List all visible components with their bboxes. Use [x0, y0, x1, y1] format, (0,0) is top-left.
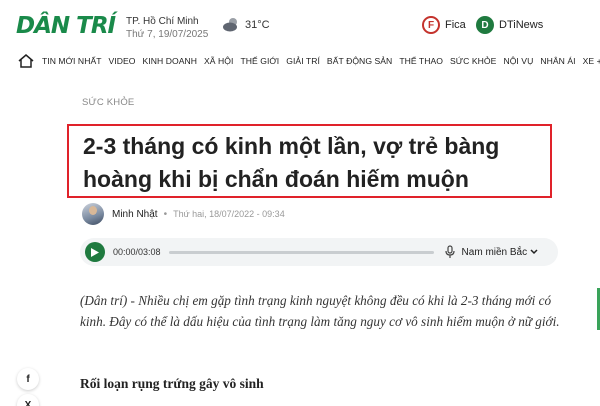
voice-select[interactable]: Nam miền Bắc — [462, 247, 539, 258]
site-header: DÂN TRÍ TP. Hồ Chí Minh Thứ 7, 19/07/202… — [0, 0, 600, 50]
x-icon: X — [24, 399, 32, 406]
dtinews-link[interactable]: D DTiNews — [476, 16, 543, 34]
author-line: Minh Nhật • Thứ hai, 18/07/2022 - 09:34 — [82, 203, 285, 225]
date-label: Thứ 7, 19/07/2025 — [126, 29, 209, 40]
site-logo[interactable]: DÂN TRÍ — [16, 13, 116, 41]
audio-progress-bar[interactable] — [168, 250, 434, 254]
microphone-icon — [444, 245, 456, 259]
facebook-icon: f — [26, 373, 30, 385]
nav-item-home-affairs[interactable]: NỘI VỤ — [503, 56, 533, 66]
audio-time: 00:00/03:08 — [113, 247, 161, 257]
nav-item-society[interactable]: XÃ HỘI — [204, 56, 233, 66]
nav-item-latest[interactable]: TIN MỚI NHẤT — [42, 56, 102, 66]
nav-item-charity[interactable]: NHÂN ÁI — [540, 56, 575, 66]
nav-item-auto[interactable]: XE ++ — [583, 56, 600, 66]
fica-label: Fica — [445, 19, 466, 31]
article-title: 2-3 tháng có kinh một lần, vợ trẻ bàng h… — [83, 133, 500, 192]
publish-date: Thứ hai, 18/07/2022 - 09:34 — [173, 209, 285, 219]
location-date: TP. Hồ Chí Minh Thứ 7, 19/07/2025 — [126, 15, 208, 41]
article-lead: (Dân trí) - Nhiều chị em gặp tình trạng … — [80, 293, 560, 329]
fica-link[interactable]: F Fica — [422, 16, 466, 34]
nav-item-sports[interactable]: THỂ THAO — [399, 56, 443, 66]
nav-item-real-estate[interactable]: BẤT ĐỘNG SẢN — [327, 56, 392, 66]
dtinews-label: DTiNews — [499, 19, 544, 31]
nav-item-world[interactable]: THẾ GIỚI — [240, 56, 279, 66]
dtinews-icon: D — [476, 16, 494, 34]
article-category[interactable]: SỨC KHỎE — [82, 97, 134, 108]
audio-player: 00:00/03:08 Nam miền Bắc — [80, 238, 558, 266]
article-subheading: Rối loạn rụng trứng gây vô sinh — [80, 376, 264, 391]
nav-item-business[interactable]: KINH DOANH — [143, 56, 197, 66]
x-share-button[interactable]: X — [17, 394, 39, 406]
facebook-share-button[interactable]: f — [17, 368, 39, 390]
location-label: TP. Hồ Chí Minh — [126, 16, 199, 27]
weather-widget: 31°C — [222, 17, 270, 33]
play-button[interactable] — [85, 242, 105, 262]
home-icon[interactable] — [18, 54, 34, 68]
author-name[interactable]: Minh Nhật — [112, 209, 158, 220]
chevron-down-icon — [530, 249, 538, 255]
main-nav: TIN MỚI NHẤT VIDEO KINH DOANH XÃ HỘI THẾ… — [0, 50, 600, 72]
title-highlight-box: 2-3 tháng có kinh một lần, vợ trẻ bàng h… — [67, 124, 552, 198]
play-icon — [91, 247, 99, 257]
cloud-sun-icon — [223, 18, 237, 32]
temperature: 31°C — [245, 19, 270, 31]
fica-icon: F — [422, 16, 440, 34]
voice-label: Nam miền Bắc — [461, 246, 528, 258]
author-avatar[interactable] — [82, 203, 104, 225]
nav-item-health[interactable]: SỨC KHỎE — [450, 56, 496, 66]
nav-item-entertainment[interactable]: GIẢI TRÍ — [286, 56, 320, 66]
separator-dot: • — [163, 208, 168, 220]
nav-item-video[interactable]: VIDEO — [109, 56, 136, 66]
